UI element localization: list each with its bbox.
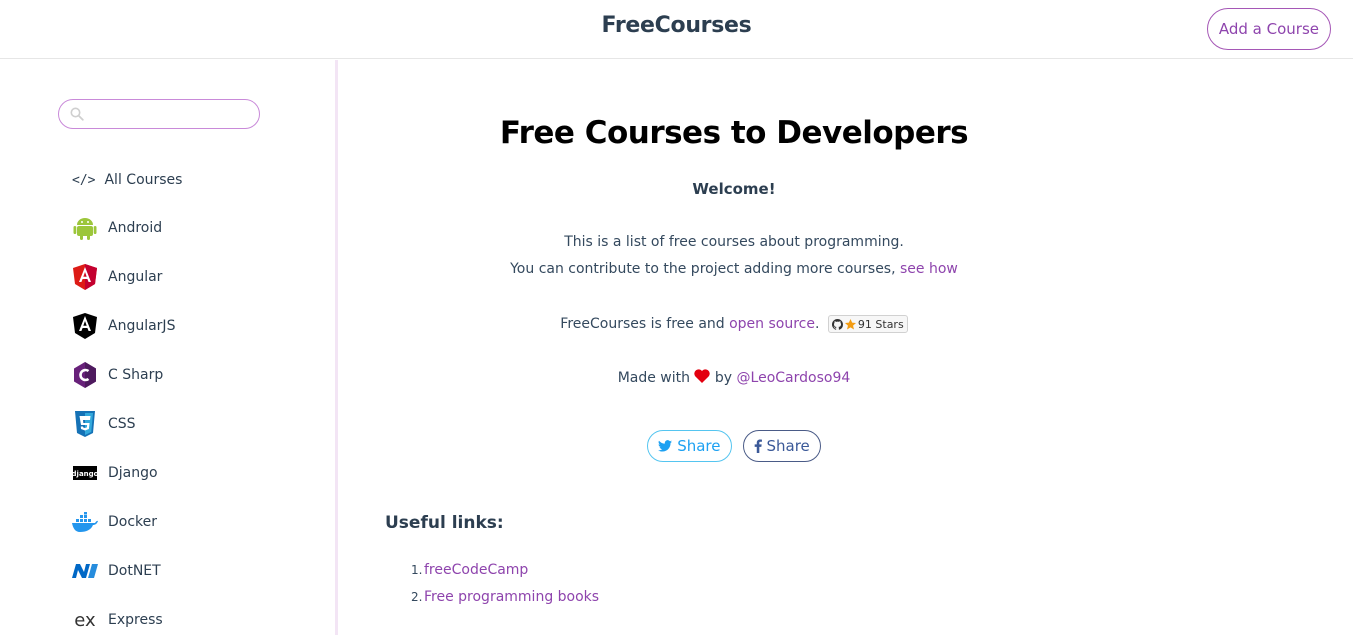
list-item: 2. Free programming books: [411, 583, 599, 610]
sidebar-item-django[interactable]: django Django: [72, 459, 158, 487]
open-source-link[interactable]: open source: [729, 316, 815, 332]
welcome-text: Welcome!: [692, 180, 776, 198]
made-with-line: Made with by @LeoCardoso94: [341, 369, 1127, 386]
facebook-icon: [754, 439, 762, 453]
share-buttons: Share Share: [341, 430, 1127, 462]
list-number: 2.: [411, 589, 423, 604]
sidebar-item-label: Docker: [108, 514, 158, 530]
sidebar-item-label: Android: [108, 220, 163, 236]
sidebar-item-android[interactable]: Android: [72, 214, 162, 242]
free-programming-books-link[interactable]: Free programming books: [424, 589, 599, 605]
sidebar-item-css[interactable]: CSS: [72, 410, 136, 438]
top-bar: FreeCourses Add a Course: [0, 0, 1353, 59]
useful-links-list: 1. freeCodeCamp 2. Free programming book…: [411, 556, 599, 610]
sidebar-item-label: AngularJS: [108, 318, 176, 334]
sidebar-item-csharp[interactable]: C Sharp: [72, 361, 163, 389]
facebook-share-button[interactable]: Share: [742, 430, 821, 462]
css3-icon: [72, 411, 98, 437]
stars-count: 91 Stars: [857, 317, 904, 331]
sidebar-item-angularjs[interactable]: AngularJS: [72, 312, 175, 340]
sidebar-item-label: Django: [108, 465, 158, 481]
sidebar-item-all-courses[interactable]: </> All Courses: [72, 169, 182, 191]
angularjs-icon: [72, 313, 98, 339]
facebook-share-label: Share: [766, 437, 810, 455]
see-how-link[interactable]: see how: [900, 261, 958, 277]
sidebar-item-label: CSS: [108, 416, 136, 432]
svg-text:django: django: [73, 470, 97, 478]
github-icon: [831, 318, 843, 330]
sidebar: </> All Courses Android Angular AngularJ…: [0, 60, 338, 635]
angular-icon: [72, 264, 98, 290]
author-link[interactable]: @LeoCardoso94: [737, 370, 851, 386]
add-course-button[interactable]: Add a Course: [1206, 8, 1331, 50]
made-with-text: Made with: [617, 370, 691, 386]
twitter-icon: [658, 440, 673, 452]
open-source-suffix: .: [815, 316, 820, 332]
sidebar-item-express[interactable]: ex Express: [72, 606, 163, 634]
docker-icon: [72, 509, 98, 535]
sidebar-item-label: All Courses: [104, 172, 183, 188]
page-title: Free Courses to Developers: [499, 115, 969, 151]
intro-line-1: This is a list of free courses about pro…: [564, 234, 904, 250]
sidebar-item-angular[interactable]: Angular: [72, 263, 162, 291]
main-content: Free Courses to Developers Welcome! This…: [341, 60, 1353, 635]
open-source-line: FreeCourses is free and open source. 91 …: [341, 315, 1127, 333]
twitter-share-button[interactable]: Share: [647, 430, 732, 462]
express-icon: ex: [74, 609, 96, 631]
star-icon: [844, 318, 856, 330]
sidebar-item-label: Angular: [108, 269, 163, 285]
sidebar-item-label: DotNET: [108, 563, 161, 579]
sidebar-item-label: C Sharp: [108, 367, 164, 383]
sidebar-item-label: Express: [108, 612, 163, 628]
intro-line-2: You can contribute to the project adding…: [341, 261, 1127, 277]
freecodecamp-link[interactable]: freeCodeCamp: [424, 562, 528, 578]
sidebar-item-dotnet[interactable]: DotNET: [72, 557, 161, 585]
heart-icon: [694, 369, 711, 383]
sidebar-item-docker[interactable]: Docker: [72, 508, 157, 536]
intro-line-2-text: You can contribute to the project adding…: [510, 261, 896, 277]
by-text: by: [714, 370, 733, 386]
list-item: 1. freeCodeCamp: [411, 556, 599, 583]
dotnet-icon: [72, 558, 98, 584]
site-brand[interactable]: FreeCourses: [0, 13, 1353, 38]
list-number: 1.: [411, 562, 423, 577]
code-icon: </>: [72, 172, 96, 188]
search-icon: [70, 107, 84, 121]
useful-links-title: Useful links:: [385, 513, 504, 533]
open-source-prefix: FreeCourses is free and: [560, 316, 725, 332]
twitter-share-label: Share: [677, 437, 721, 455]
github-stars-badge[interactable]: 91 Stars: [827, 315, 908, 333]
django-icon: django: [72, 460, 98, 486]
csharp-icon: [72, 362, 98, 388]
search-input[interactable]: [58, 99, 260, 129]
android-icon: [72, 215, 98, 241]
